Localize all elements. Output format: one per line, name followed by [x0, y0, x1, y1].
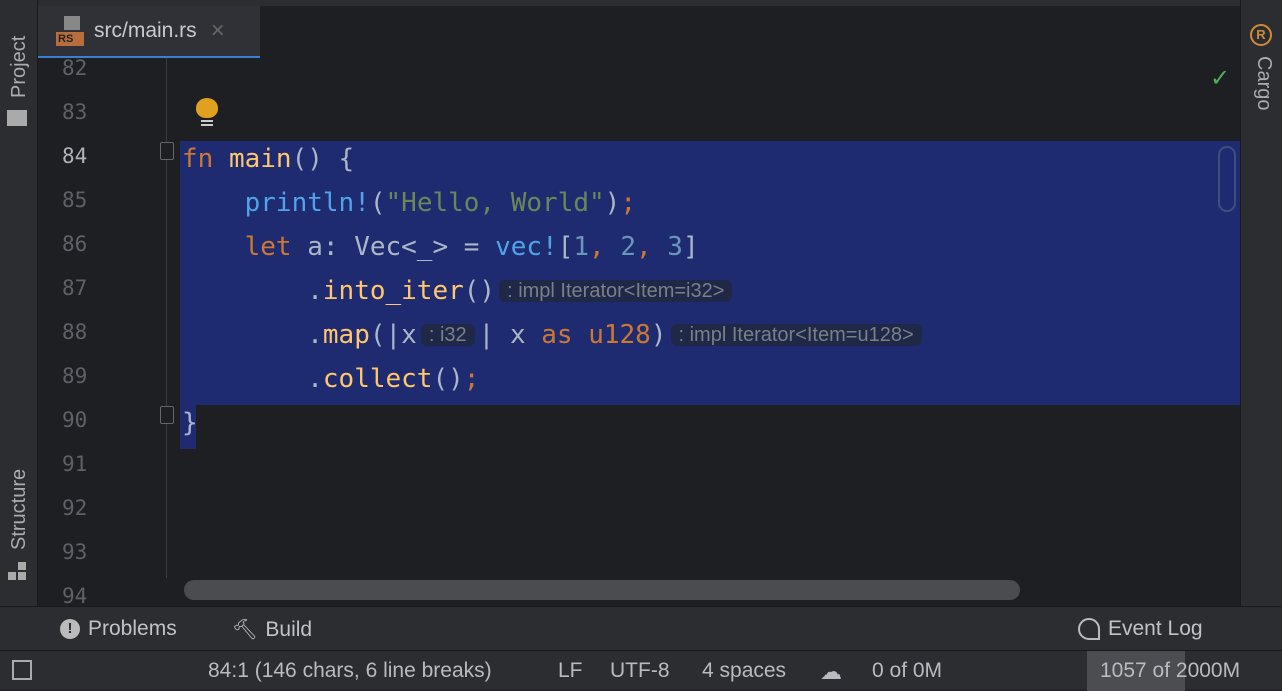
line-number: 83: [62, 100, 88, 124]
type-hint: : i32: [420, 324, 475, 346]
code-editor[interactable]: 82 83 84 85 86 87 88 89 90 91 92 93 94 fn main() { p…: [38, 58, 1240, 606]
code-token: 1: [573, 232, 590, 262]
type-hint: : impl Iterator<Item=i32>: [499, 280, 733, 302]
code-token: fn: [182, 144, 229, 174]
editor-tab-bar: RS src/main.rs ×: [38, 0, 1240, 60]
code-token: ): [604, 188, 621, 218]
code-token: .: [182, 320, 323, 350]
code-token: into_iter: [322, 276, 464, 306]
code-token: ;: [620, 188, 636, 218]
bottom-tool-strip: ! Problems 🔨︎ Build Event Log: [0, 606, 1282, 650]
code-token: ]: [682, 232, 699, 262]
structure-label: Structure: [8, 468, 30, 550]
line-separator[interactable]: LF: [558, 659, 583, 683]
event-log-label: Event Log: [1108, 617, 1203, 640]
structure-icon: [8, 562, 26, 580]
indent-setting[interactable]: 4 spaces: [702, 659, 786, 683]
folder-icon: [7, 110, 27, 126]
vcs-status[interactable]: 0 of 0M: [872, 659, 942, 683]
code-token: }: [182, 408, 198, 438]
code-token: as u128: [541, 320, 651, 350]
status-bar: 84:1 (146 chars, 6 line breaks) LF UTF-8…: [0, 650, 1282, 691]
toggle-tool-windows-icon[interactable]: [12, 660, 32, 680]
code-token: () {: [291, 144, 355, 174]
line-number: 85: [62, 188, 88, 212]
code-token: (): [463, 276, 496, 306]
rust-file-icon: RS: [56, 16, 84, 46]
event-log-icon: [1078, 618, 1100, 640]
code-line: fn main() {: [182, 144, 354, 174]
warning-circle-icon: !: [60, 619, 80, 639]
code-token: "Hello, World": [385, 188, 605, 218]
lightbulb-icon[interactable]: [196, 98, 218, 128]
code-token: main: [228, 144, 292, 174]
code-token: .: [182, 276, 323, 306]
problems-label: Problems: [88, 617, 177, 640]
close-tab-icon[interactable]: ×: [211, 17, 225, 45]
fold-close-icon[interactable]: [160, 406, 174, 424]
cloud-settings-icon[interactable]: ☁: [820, 659, 842, 685]
vertical-scrollbar[interactable]: [1218, 146, 1236, 212]
build-label: Build: [265, 617, 313, 641]
hammer-icon: 🔨︎: [232, 619, 258, 641]
memory-indicator[interactable]: 1057 of 2000M: [1100, 659, 1240, 683]
right-tool-strip: R Cargo: [1240, 0, 1282, 606]
code-line: .into_iter(): impl Iterator<Item=i32>: [182, 276, 736, 306]
line-number: 87: [62, 276, 88, 300]
line-number: 86: [62, 232, 88, 256]
line-number: 91: [62, 452, 88, 476]
code-line: .map(|x: i32 | x as u128): impl Iterator<…: [182, 320, 926, 350]
code-token: [: [557, 232, 574, 262]
line-number: 89: [62, 364, 88, 388]
build-tool-button[interactable]: 🔨︎ Build: [232, 617, 312, 642]
horizontal-scrollbar[interactable]: [184, 580, 1020, 600]
problems-tool-button[interactable]: ! Problems: [60, 617, 177, 641]
cargo-icon: R: [1250, 24, 1272, 46]
fold-open-icon[interactable]: [160, 142, 174, 160]
file-encoding[interactable]: UTF-8: [610, 659, 670, 683]
cargo-tool-button[interactable]: R Cargo: [1247, 22, 1277, 132]
code-token: .: [182, 364, 323, 394]
code-token: ,: [635, 232, 668, 262]
code-token: (): [432, 364, 464, 394]
left-tool-strip: Project Structure: [0, 0, 38, 606]
code-token: ): [650, 320, 667, 350]
line-number: 88: [62, 320, 88, 344]
code-line: println!("Hello, World");: [182, 188, 636, 218]
line-number: 84: [62, 144, 88, 168]
code-token: collect: [322, 364, 433, 394]
caret-position[interactable]: 84:1 (146 chars, 6 line breaks): [208, 659, 492, 683]
code-line: }: [182, 408, 198, 438]
tab-title: src/main.rs: [94, 19, 197, 42]
code-token: println!: [244, 188, 370, 218]
code-token: 3: [667, 232, 683, 262]
code-token: ,: [589, 232, 621, 262]
structure-tool-button[interactable]: Structure: [6, 448, 32, 584]
line-number: 94: [62, 584, 88, 606]
line-number: 93: [62, 540, 88, 564]
code-token: vec!: [495, 232, 558, 262]
project-tool-button[interactable]: Project: [6, 22, 32, 132]
code-token: 2: [620, 232, 636, 262]
code-token: | x: [478, 320, 542, 350]
code-line: .collect();: [182, 364, 479, 394]
code-token: a: Vec<_> =: [307, 232, 496, 262]
code-token: let: [182, 232, 308, 262]
tab-main-rs[interactable]: RS src/main.rs ×: [38, 6, 260, 60]
line-number: 92: [62, 496, 88, 520]
project-label: Project: [8, 35, 30, 98]
line-number: 90: [62, 408, 88, 432]
event-log-tool-button[interactable]: Event Log: [1078, 617, 1203, 641]
gutter-divider: [166, 58, 167, 578]
code-token: map: [322, 320, 370, 350]
inspection-ok-icon[interactable]: ✓: [1210, 64, 1230, 93]
code-token: ;: [463, 364, 480, 394]
code-line: let a: Vec<_> = vec![1, 2, 3]: [182, 232, 699, 262]
line-number: 82: [62, 58, 88, 80]
cargo-label: Cargo: [1253, 56, 1275, 111]
code-token: (: [369, 188, 386, 218]
code-token: (|x: [369, 320, 417, 350]
type-hint: : impl Iterator<Item=u128>: [670, 324, 922, 346]
